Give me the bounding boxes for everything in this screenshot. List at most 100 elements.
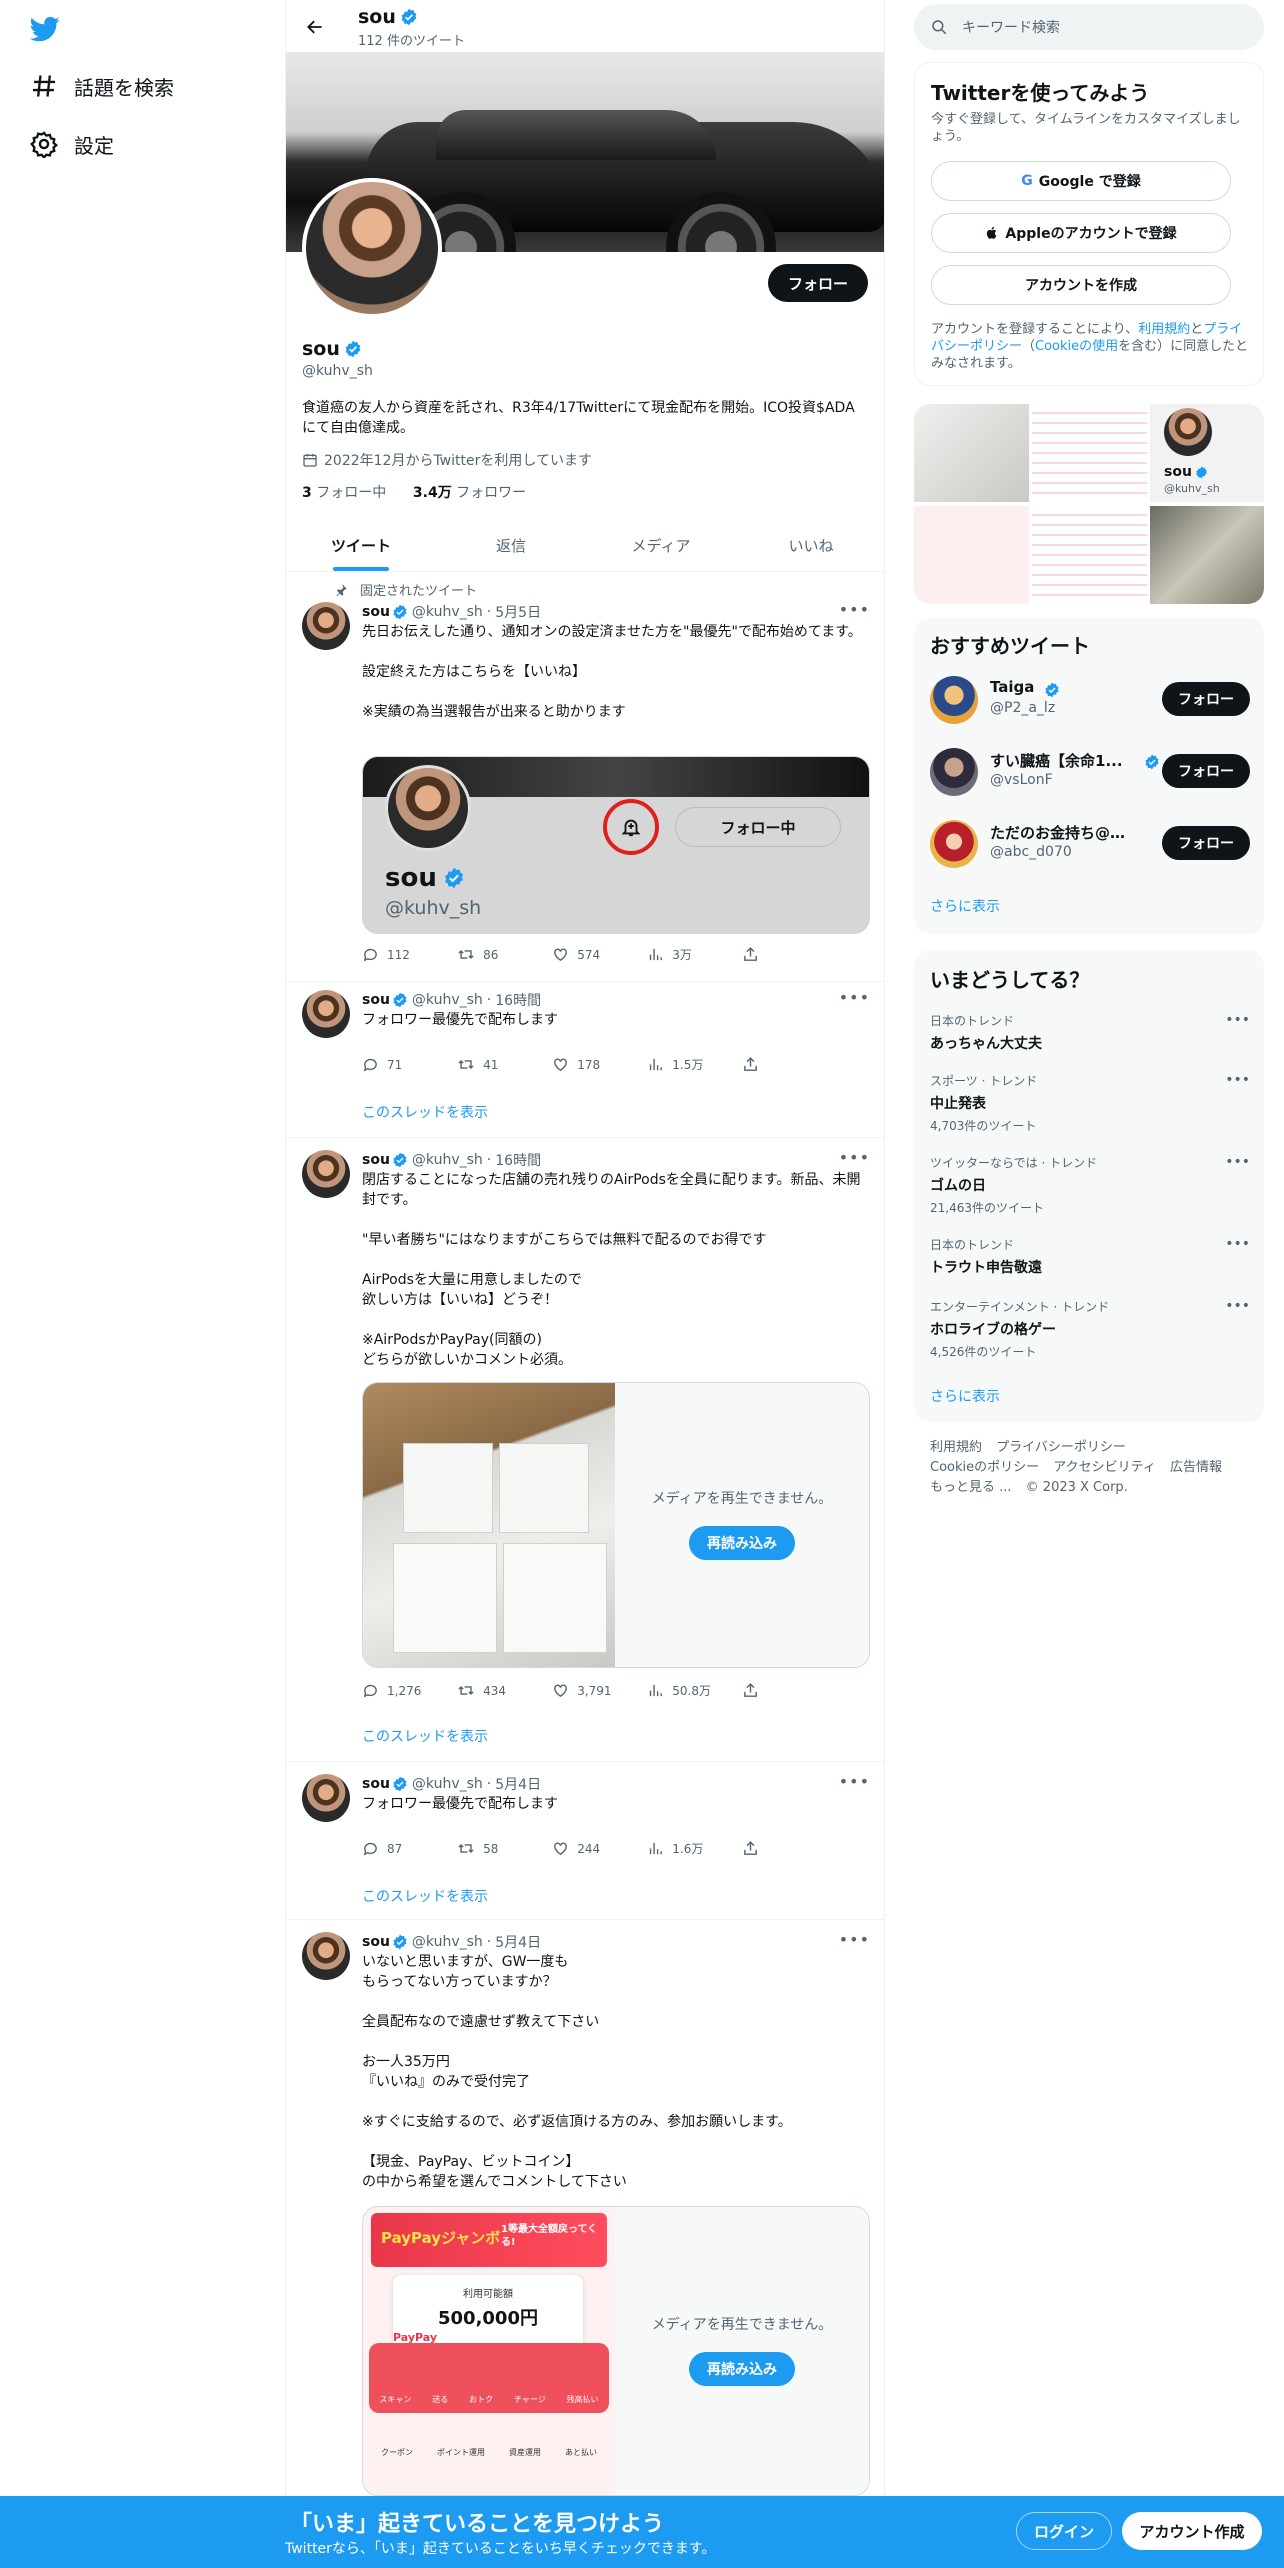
- footer-link[interactable]: 広告情報: [1170, 1460, 1222, 1475]
- tab-tweets[interactable]: ツイート: [286, 520, 436, 571]
- tweet-avatar[interactable]: [302, 1774, 350, 1822]
- media-thumb[interactable]: sou @kuhv_sh: [1150, 404, 1264, 502]
- reload-button[interactable]: 再読み込み: [689, 1526, 795, 1560]
- footer-link[interactable]: プライバシーポリシー: [996, 1440, 1126, 1455]
- retweet-button[interactable]: 41: [457, 1056, 552, 1073]
- share-button[interactable]: [742, 946, 782, 963]
- like-button[interactable]: 574: [552, 946, 647, 963]
- share-button[interactable]: [742, 1840, 782, 1857]
- media-thumb[interactable]: [914, 404, 1029, 502]
- like-button[interactable]: 3,791: [552, 1682, 647, 1699]
- tweet-avatar[interactable]: [302, 1932, 350, 1980]
- tweet-avatar[interactable]: [302, 1150, 350, 1198]
- views-button[interactable]: 1.6万: [647, 1840, 742, 1857]
- tweet-author-name[interactable]: sou: [362, 1776, 390, 1792]
- create-account-button[interactable]: アカウントを作成: [931, 265, 1231, 305]
- share-button[interactable]: [742, 1682, 782, 1699]
- follow-button[interactable]: フォロー: [1162, 826, 1250, 860]
- google-signup-button[interactable]: G Google で登録: [931, 161, 1231, 201]
- more-icon[interactable]: •••: [1225, 1298, 1250, 1314]
- profile-avatar[interactable]: [302, 178, 442, 318]
- share-button[interactable]: [742, 1056, 782, 1073]
- tweet-item[interactable]: sou @kuhv_sh · 5月4日 ••• フォロワー最優先で配布します 8…: [286, 1762, 884, 1920]
- tab-replies[interactable]: 返信: [436, 520, 586, 571]
- tweet-item[interactable]: sou @kuhv_sh · 16時間 ••• 閉店することになった店舗の売れ残…: [286, 1138, 884, 1762]
- footer-link[interactable]: もっと見る ...: [930, 1480, 1012, 1495]
- tweet-author-name[interactable]: sou: [362, 992, 390, 1008]
- tab-likes[interactable]: いいね: [736, 520, 884, 571]
- follow-button[interactable]: フォロー: [767, 264, 868, 302]
- followers-link[interactable]: 3.4万 フォロワー: [413, 485, 526, 501]
- footer-link[interactable]: Cookieのポリシー: [930, 1460, 1039, 1475]
- trend-item[interactable]: スポーツ · トレンド 中止発表 4,703件のツイート •••: [930, 1072, 1250, 1134]
- twitter-bird-logo-icon[interactable]: [28, 14, 62, 44]
- reply-button[interactable]: 112: [362, 946, 457, 963]
- more-icon[interactable]: •••: [839, 1772, 870, 1791]
- tweet-author-name[interactable]: sou: [362, 1152, 390, 1168]
- back-button[interactable]: [298, 10, 332, 44]
- recommended-user[interactable]: すい臓癌【余命1... @vsLonF フォロー: [930, 744, 1250, 800]
- login-button[interactable]: ログイン: [1016, 2512, 1112, 2550]
- recommended-show-more-link[interactable]: さらに表示: [930, 896, 1000, 916]
- retweet-button[interactable]: 434: [457, 1682, 552, 1699]
- user-avatar[interactable]: [930, 820, 978, 868]
- views-button[interactable]: 3万: [647, 946, 742, 963]
- more-icon[interactable]: •••: [839, 1930, 870, 1949]
- user-avatar[interactable]: [930, 748, 978, 796]
- tweet-time[interactable]: 5月4日: [495, 1774, 541, 1794]
- tweet-time[interactable]: 16時間: [495, 990, 541, 1010]
- nav-settings[interactable]: 設定: [30, 124, 114, 164]
- show-thread-link[interactable]: このスレッドを表示: [362, 1886, 488, 1906]
- reply-button[interactable]: 1,276: [362, 1682, 457, 1699]
- tweet-media-card[interactable]: PayPayジャンボ 1等最大全額戻ってくる! 利用可能額 500,000円 P…: [362, 2206, 870, 2496]
- media-thumb[interactable]: [1150, 506, 1264, 604]
- trend-item[interactable]: 日本のトレンド あっちゃん大丈夫 •••: [930, 1012, 1250, 1053]
- tweet-media-card[interactable]: メディアを再生できません。 再読み込み: [362, 1382, 870, 1668]
- more-icon[interactable]: •••: [839, 1148, 870, 1167]
- like-button[interactable]: 244: [552, 1840, 647, 1857]
- tweet-time[interactable]: 16時間: [495, 1150, 541, 1170]
- following-link[interactable]: 3 フォロー中: [302, 485, 386, 501]
- footer-link[interactable]: 利用規約: [930, 1440, 982, 1455]
- footer-link[interactable]: アクセシビリティ: [1053, 1460, 1156, 1475]
- reply-button[interactable]: 71: [362, 1056, 457, 1073]
- airpods-boxes-image[interactable]: [363, 1383, 615, 1667]
- views-button[interactable]: 1.5万: [647, 1056, 742, 1073]
- more-icon[interactable]: •••: [1225, 1236, 1250, 1252]
- trend-item[interactable]: ツイッターならでは · トレンド ゴムの日 21,463件のツイート •••: [930, 1154, 1250, 1216]
- profile-media-grid[interactable]: sou @kuhv_sh: [914, 404, 1264, 604]
- media-thumb[interactable]: [1032, 506, 1147, 604]
- cookie-link[interactable]: Cookieの使用: [1035, 339, 1118, 354]
- tweet-item[interactable]: sou @kuhv_sh · 5月4日 ••• いないと思いますが、GW一度も …: [286, 1920, 884, 2520]
- media-thumb[interactable]: [914, 506, 1029, 604]
- retweet-button[interactable]: 58: [457, 1840, 552, 1857]
- tweet-time[interactable]: 5月5日: [495, 602, 541, 622]
- tweet-author-name[interactable]: sou: [362, 1934, 390, 1950]
- search-box[interactable]: キーワード検索: [914, 4, 1264, 50]
- follow-button[interactable]: フォロー: [1162, 754, 1250, 788]
- more-icon[interactable]: •••: [1225, 1072, 1250, 1088]
- trend-item[interactable]: エンターテインメント · トレンド ホロライブの格ゲー 4,526件のツイート …: [930, 1298, 1250, 1360]
- apple-signup-button[interactable]: Appleのアカウントで登録: [931, 213, 1231, 253]
- more-icon[interactable]: •••: [1225, 1012, 1250, 1028]
- user-name[interactable]: ただのお金持ち@新...: [990, 822, 1140, 843]
- trend-item[interactable]: 日本のトレンド トラウト申告敬遠 •••: [930, 1236, 1250, 1277]
- recommended-user[interactable]: Taiga @P2_a_lz フォロー: [930, 672, 1250, 728]
- user-avatar[interactable]: [930, 676, 978, 724]
- tweet-time[interactable]: 5月4日: [495, 1932, 541, 1952]
- nav-explore[interactable]: 話題を検索: [30, 66, 174, 106]
- reply-button[interactable]: 87: [362, 1840, 457, 1857]
- user-name[interactable]: Taiga: [990, 678, 1034, 696]
- tweet-image[interactable]: フォロー中 sou @kuhv_sh: [362, 756, 870, 934]
- views-button[interactable]: 50.8万: [647, 1682, 742, 1699]
- terms-link[interactable]: 利用規約: [1138, 322, 1190, 337]
- tweet-avatar[interactable]: [302, 990, 350, 1038]
- like-button[interactable]: 178: [552, 1056, 647, 1073]
- user-name[interactable]: すい臓癌【余命1...: [990, 750, 1140, 771]
- signup-button[interactable]: アカウント作成: [1122, 2512, 1262, 2550]
- show-thread-link[interactable]: このスレッドを表示: [362, 1726, 488, 1746]
- more-icon[interactable]: •••: [1225, 1154, 1250, 1170]
- tweet-author-name[interactable]: sou: [362, 604, 390, 620]
- show-thread-link[interactable]: このスレッドを表示: [362, 1102, 488, 1122]
- more-icon[interactable]: •••: [839, 600, 870, 619]
